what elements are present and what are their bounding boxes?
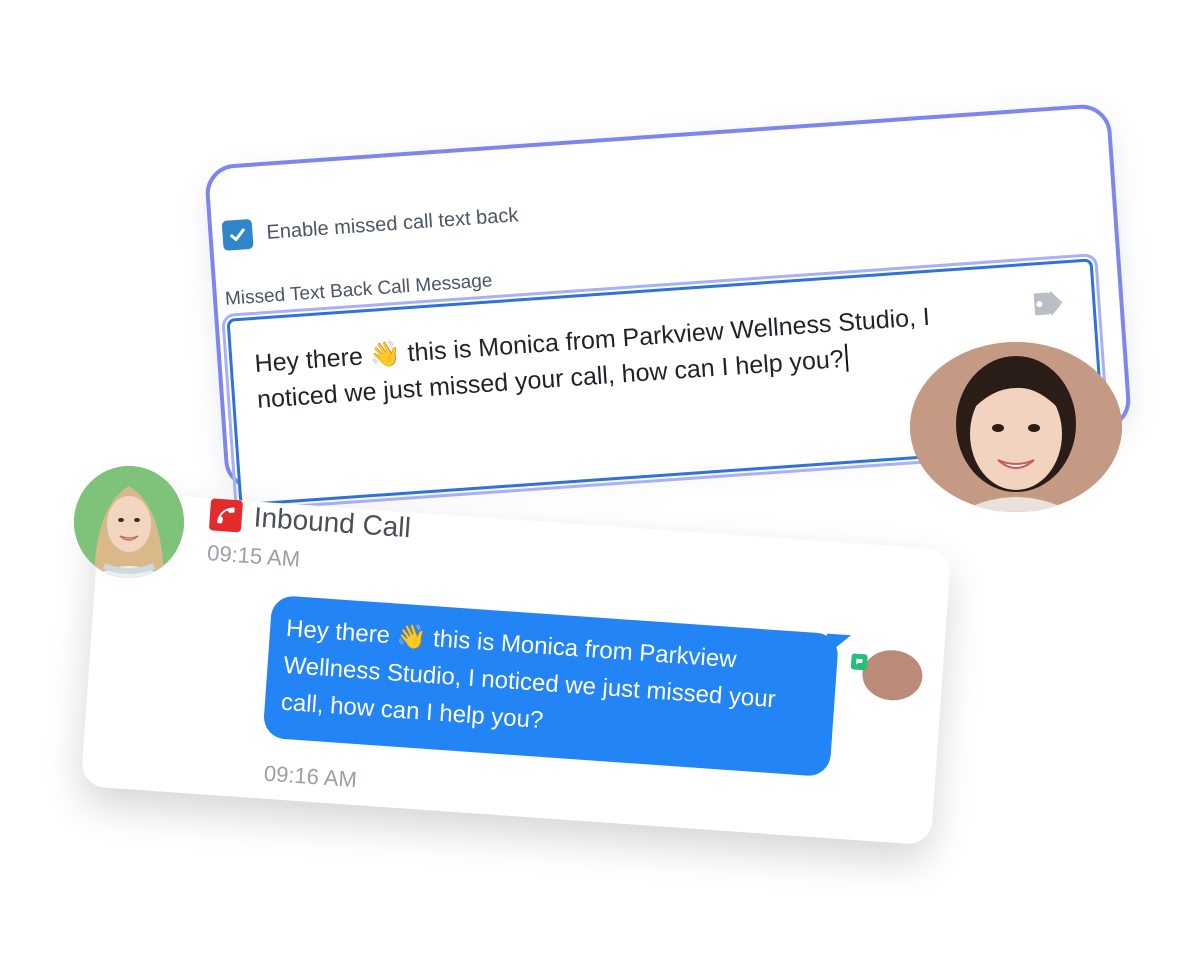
- enable-label: Enable missed call text back: [265, 203, 520, 244]
- enable-checkbox[interactable]: [221, 218, 254, 251]
- message-textarea-value: Hey there 👋 this is Monica from Parkview…: [253, 302, 931, 414]
- outgoing-message-text: Hey there 👋 this is Monica from Parkview…: [280, 614, 777, 734]
- sms-icon: [850, 653, 868, 671]
- text-caret: [844, 343, 849, 372]
- message-textarea-text: Hey there 👋 this is Monica from Parkview…: [253, 293, 1016, 418]
- monica-portrait: [910, 342, 1122, 512]
- call-header: Inbound Call: [208, 498, 412, 544]
- monica-avatar: [910, 342, 1122, 512]
- outgoing-message-bubble[interactable]: Hey there 👋 this is Monica from Parkview…: [262, 594, 840, 778]
- call-title: Inbound Call: [252, 501, 412, 544]
- caller-avatar: [74, 466, 184, 578]
- tag-icon[interactable]: [1021, 287, 1067, 320]
- conversation-card: Inbound Call 09:15 AM Hey there 👋 this i…: [80, 490, 952, 846]
- stage: Enable missed call text back Missed Text…: [0, 0, 1200, 976]
- enable-row[interactable]: Enable missed call text back: [221, 200, 520, 251]
- agent-avatar-small: [860, 648, 925, 703]
- checkmark-icon: [230, 228, 245, 241]
- call-timestamp: 09:15 AM: [206, 540, 301, 572]
- phone-icon: [208, 498, 244, 533]
- caller-portrait: [74, 466, 184, 578]
- message-timestamp: 09:16 AM: [263, 760, 358, 793]
